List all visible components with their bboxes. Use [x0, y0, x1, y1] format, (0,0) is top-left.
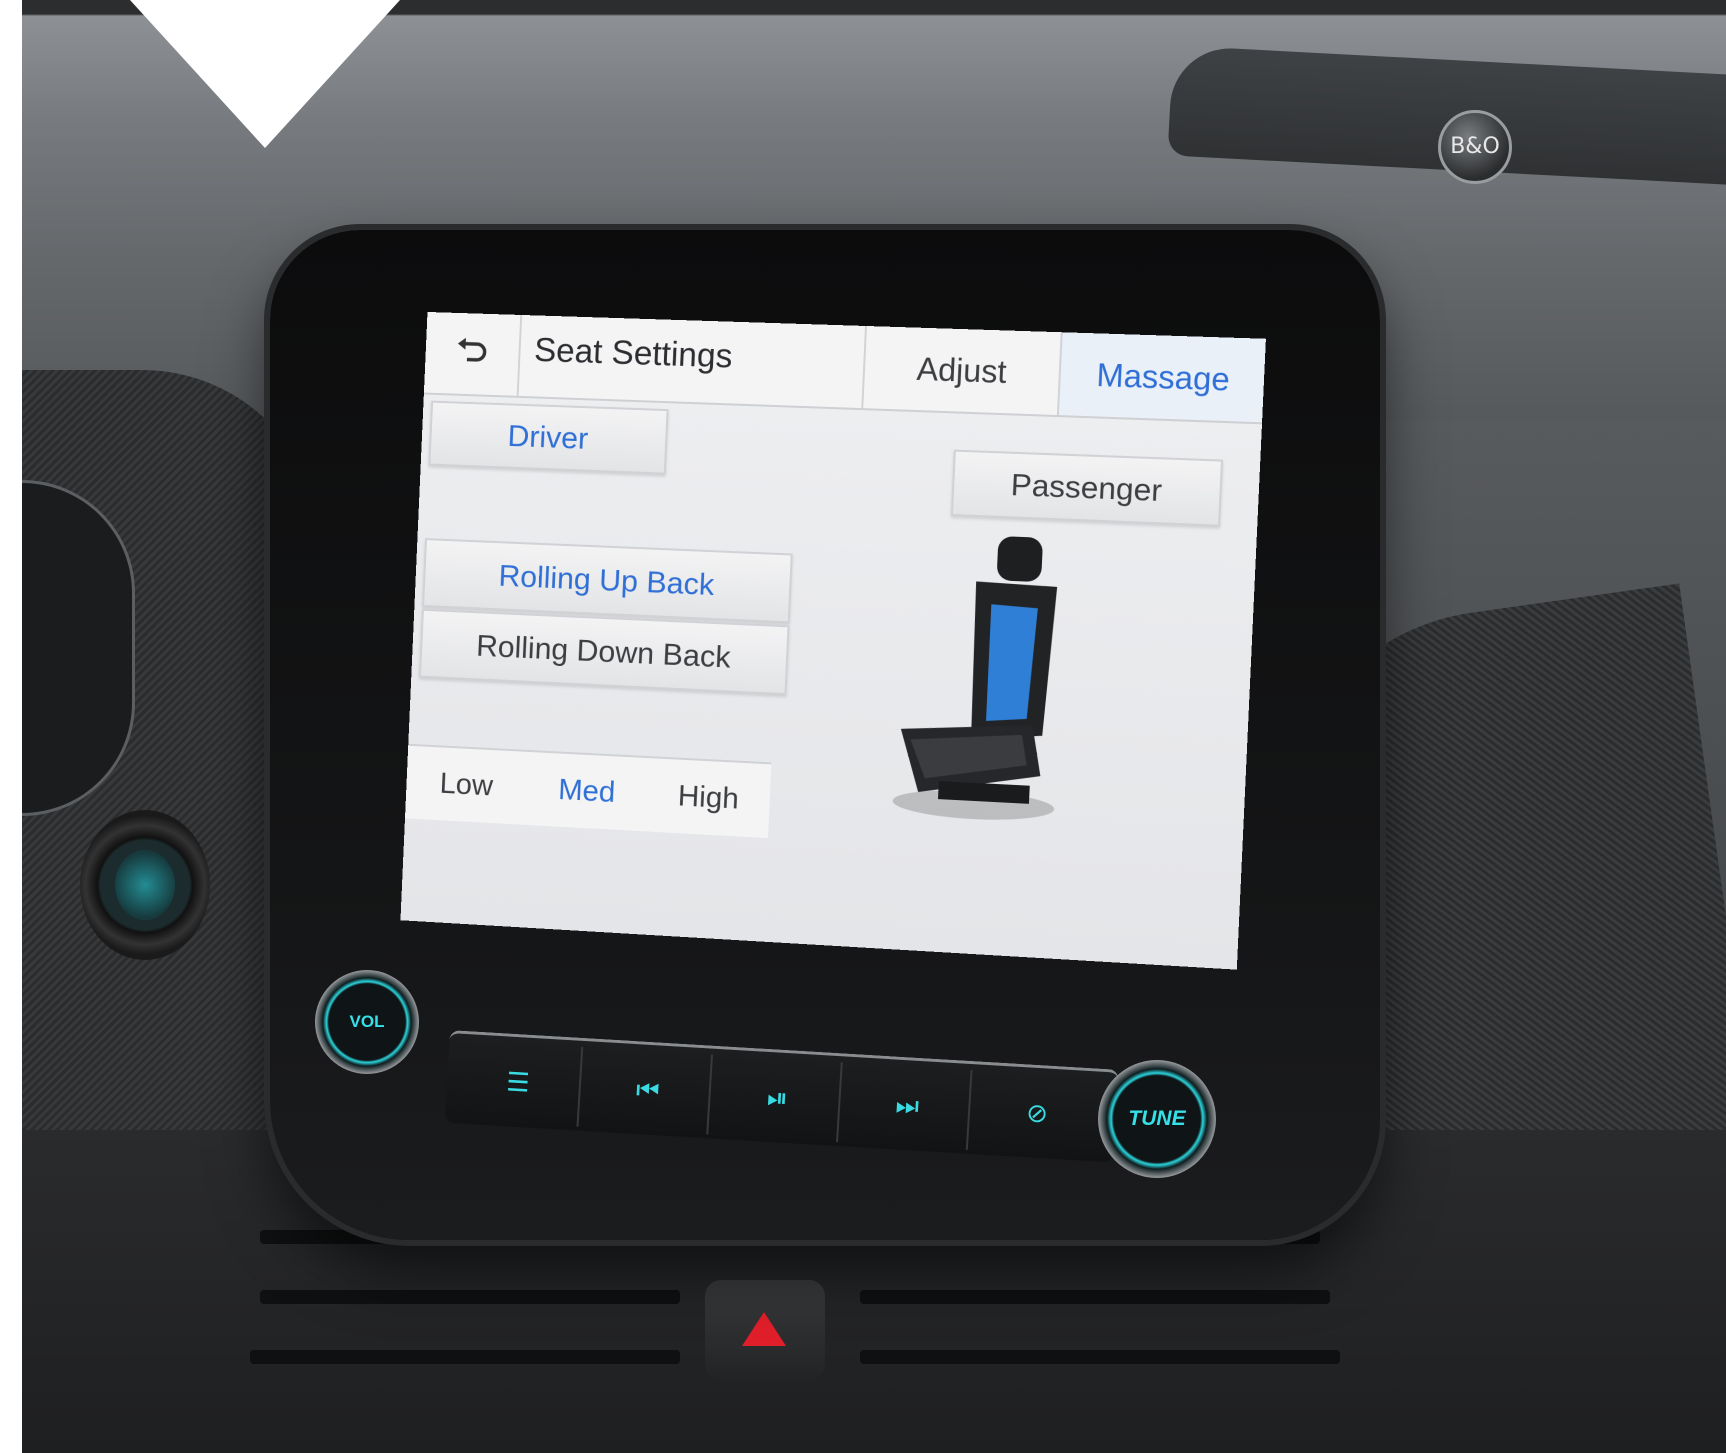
intensity-med-button[interactable]: Med: [525, 752, 649, 832]
next-track-icon: ⏭: [894, 1090, 920, 1122]
tune-knob-label: TUNE: [1128, 1107, 1186, 1130]
play-pause-button[interactable]: ⏯: [714, 1054, 843, 1143]
page-title: Seat Settings: [533, 331, 734, 376]
air-vent-slat: [860, 1290, 1330, 1304]
hazard-icon: [742, 1312, 786, 1346]
start-stop-button[interactable]: [80, 810, 210, 960]
intensity-high-button[interactable]: High: [646, 758, 772, 838]
back-button[interactable]: [423, 311, 523, 396]
passenger-seat-button[interactable]: Passenger: [950, 449, 1224, 527]
air-vent-slat: [260, 1290, 680, 1304]
air-vent-slat: [250, 1350, 680, 1364]
volume-knob[interactable]: VOL: [315, 970, 419, 1074]
tune-knob[interactable]: TUNE: [1098, 1060, 1216, 1178]
previous-track-icon: ⏮: [635, 1074, 661, 1107]
mute-icon: ⊘: [1025, 1098, 1049, 1130]
equalizer-button[interactable]: ☰: [454, 1039, 584, 1127]
rolling-down-back-button[interactable]: Rolling Down Back: [418, 608, 790, 696]
previous-track-button[interactable]: ⏮: [584, 1047, 714, 1135]
back-arrow-icon: [455, 336, 489, 373]
air-vent-slat: [860, 1350, 1340, 1364]
tab-massage[interactable]: Massage: [1056, 332, 1266, 423]
infotainment-screen: Seat Settings Adjust Massage Driver Pass…: [400, 311, 1266, 970]
next-track-button[interactable]: ⏭: [844, 1062, 973, 1150]
tab-adjust[interactable]: Adjust: [861, 325, 1061, 416]
driver-seat-button[interactable]: Driver: [428, 400, 669, 475]
equalizer-icon: ☰: [505, 1067, 531, 1099]
intensity-low-button[interactable]: Low: [405, 746, 528, 825]
brand-badge: B&O: [1438, 110, 1512, 184]
left-border: [0, 0, 22, 1453]
volume-knob-label: VOL: [349, 1012, 385, 1031]
intensity-selector: Low Med High: [404, 743, 772, 839]
white-notch: [130, 0, 400, 148]
seat-icon: [877, 528, 1092, 829]
play-pause-icon: ⏯: [766, 1082, 789, 1114]
mute-button[interactable]: ⊘: [974, 1070, 1101, 1157]
